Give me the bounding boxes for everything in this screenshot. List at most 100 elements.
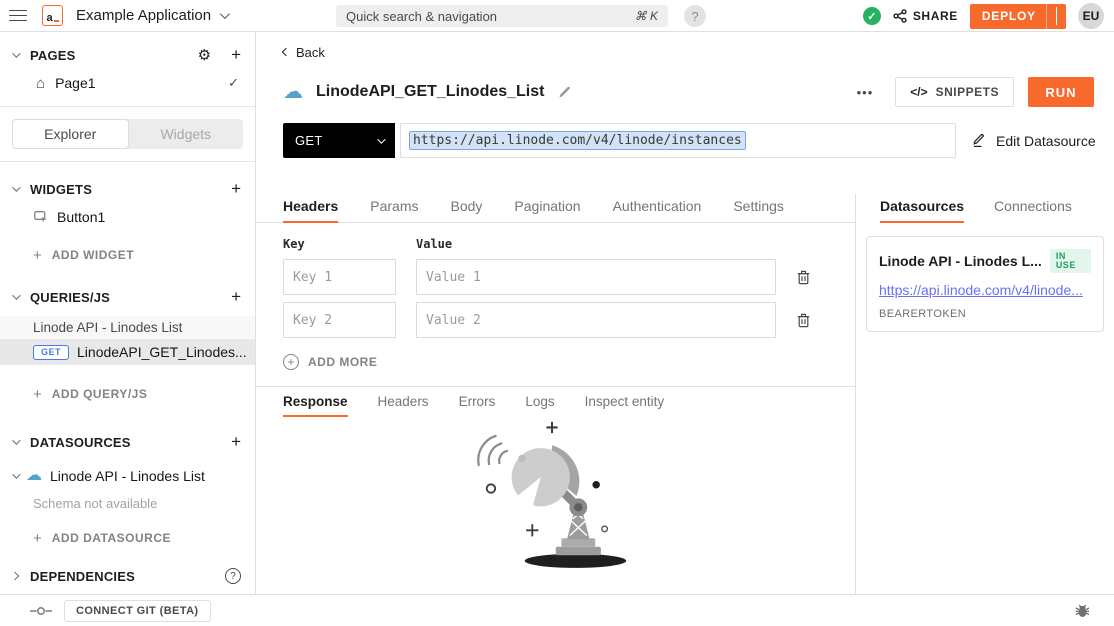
add-page-icon[interactable]: +: [231, 45, 241, 65]
user-avatar[interactable]: EU: [1078, 3, 1104, 29]
pages-settings-icon[interactable]: ⚙: [198, 46, 211, 64]
right-panel-tabs: Datasources Connections: [856, 194, 1114, 223]
add-datasource-button[interactable]: + ADD DATASOURCE: [0, 521, 255, 555]
cloud-icon: ☁: [26, 468, 42, 484]
sidebar-item-page1[interactable]: ⌂ Page1 ✓: [0, 68, 255, 98]
datasource-url-link[interactable]: https://api.linode.com/v4/linode...: [879, 282, 1091, 298]
snippets-label: SNIPPETS: [936, 85, 999, 99]
plus-icon: +: [33, 530, 42, 547]
pages-section-header[interactable]: PAGES ⚙ +: [0, 42, 255, 68]
quick-search-input[interactable]: Quick search & navigation ⌘ K: [336, 5, 668, 27]
add-query-button[interactable]: + ADD QUERY/JS: [0, 377, 255, 411]
query-header: ☁ LinodeAPI_GET_Linodes_List ••• </> SNI…: [256, 77, 1114, 107]
check-icon: ✓: [228, 75, 239, 91]
chevron-down-icon: [220, 9, 230, 19]
tab-authentication[interactable]: Authentication: [613, 194, 702, 223]
help-icon[interactable]: ?: [684, 5, 706, 27]
key-2-input[interactable]: [283, 302, 396, 338]
more-actions-button[interactable]: •••: [857, 85, 874, 100]
top-bar: a Example Application Quick search & nav…: [0, 0, 1114, 32]
add-query-icon[interactable]: +: [231, 287, 241, 307]
git-commit-icon: [30, 606, 52, 616]
add-datasource-icon[interactable]: +: [231, 432, 241, 452]
bug-icon: [1075, 604, 1090, 618]
tab-params[interactable]: Params: [370, 194, 418, 223]
tab-response-headers[interactable]: Headers: [378, 392, 429, 417]
search-placeholder: Quick search & navigation: [346, 9, 635, 24]
cloud-icon: ☁: [283, 82, 303, 102]
tab-errors[interactable]: Errors: [459, 392, 496, 417]
key-1-input[interactable]: [283, 259, 396, 295]
deploy-options-button[interactable]: [1047, 7, 1066, 25]
url-input[interactable]: https://api.linode.com/v4/linode/instanc…: [400, 123, 956, 158]
explorer-sidebar: PAGES ⚙ + ⌂ Page1 ✓ Explorer Widgets WID…: [0, 32, 256, 594]
sidebar-item-query-selected[interactable]: GET LinodeAPI_GET_Linodes...: [0, 339, 255, 365]
hamburger-menu-icon[interactable]: [9, 10, 27, 22]
chevron-down-icon: [12, 436, 20, 444]
pencil-icon: [558, 85, 572, 99]
widgets-section-header[interactable]: WIDGETS +: [0, 176, 255, 202]
debug-button[interactable]: [1075, 604, 1090, 618]
tab-logs[interactable]: Logs: [525, 392, 554, 417]
trash-icon: [797, 270, 810, 285]
plus-icon: +: [33, 386, 42, 403]
add-widget-label: ADD WIDGET: [52, 248, 134, 262]
divider: [0, 161, 255, 162]
explorer-widgets-switcher: Explorer Widgets: [12, 119, 243, 149]
query-group-linode-api[interactable]: Linode API - Linodes List: [0, 316, 255, 339]
tab-inspect-entity[interactable]: Inspect entity: [585, 392, 665, 417]
add-widget-button[interactable]: + ADD WIDGET: [0, 238, 255, 272]
rename-query-button[interactable]: [558, 85, 572, 99]
sidebar-item-button1[interactable]: Button1: [0, 202, 255, 232]
back-button[interactable]: Back: [283, 45, 325, 60]
chevron-left-icon: [282, 48, 290, 56]
trash-icon: [797, 313, 810, 328]
chevron-down-icon: [377, 135, 385, 143]
queries-section-header[interactable]: QUERIES/JS +: [0, 284, 255, 310]
plus-icon: +: [33, 247, 42, 264]
add-more-button[interactable]: + ADD MORE: [283, 354, 377, 370]
tab-explorer[interactable]: Explorer: [12, 119, 129, 149]
edit-pencil-icon: [972, 133, 987, 148]
dependencies-section-header[interactable]: DEPENDENCIES ?: [0, 563, 255, 589]
key-column-label: Key: [283, 237, 416, 251]
add-widget-icon[interactable]: +: [231, 179, 241, 199]
datasources-section-header[interactable]: DATASOURCES +: [0, 429, 255, 455]
headers-form: Key Value: [256, 223, 855, 370]
add-datasource-label: ADD DATASOURCE: [52, 531, 171, 545]
run-button[interactable]: RUN: [1028, 77, 1094, 107]
app-name-menu[interactable]: Example Application: [76, 7, 227, 24]
http-method-select[interactable]: GET: [283, 123, 395, 158]
delete-header-2-button[interactable]: [797, 313, 810, 328]
dependencies-help-icon[interactable]: ?: [225, 568, 241, 584]
snippets-button[interactable]: </> SNIPPETS: [895, 77, 1014, 107]
url-selected-text: https://api.linode.com/v4/linode/instanc…: [409, 131, 746, 150]
tab-connections[interactable]: Connections: [994, 194, 1072, 223]
tab-headers[interactable]: Headers: [283, 194, 338, 223]
edit-datasource-button[interactable]: Edit Datasource: [972, 133, 1096, 149]
tab-settings[interactable]: Settings: [733, 194, 784, 223]
datasource-card[interactable]: Linode API - Linodes L... IN USE https:/…: [866, 236, 1104, 332]
chevron-right-icon: [11, 572, 19, 580]
value-2-input[interactable]: [416, 302, 776, 338]
share-button[interactable]: SHARE: [893, 9, 958, 23]
code-icon: </>: [910, 85, 927, 99]
button-widget-icon: [34, 211, 47, 223]
tab-response[interactable]: Response: [283, 392, 348, 417]
delete-header-1-button[interactable]: [797, 270, 810, 285]
value-1-input[interactable]: [416, 259, 776, 295]
header-row-1: [283, 259, 855, 295]
tab-datasources[interactable]: Datasources: [880, 194, 964, 223]
get-method-badge: GET: [33, 345, 69, 360]
deploy-button[interactable]: DEPLOY: [970, 4, 1066, 29]
tab-widgets[interactable]: Widgets: [129, 119, 244, 149]
tab-pagination[interactable]: Pagination: [514, 194, 580, 223]
datasource-auth-type: BEARERTOKEN: [879, 308, 1091, 320]
page1-label: Page1: [55, 75, 95, 91]
tab-body[interactable]: Body: [451, 194, 483, 223]
button1-label: Button1: [57, 209, 105, 225]
query-title: LinodeAPI_GET_Linodes_List: [316, 83, 544, 101]
dependencies-title: DEPENDENCIES: [30, 569, 215, 584]
connect-git-button[interactable]: CONNECT GIT (BETA): [64, 600, 211, 622]
sidebar-item-datasource[interactable]: ☁ Linode API - Linodes List: [0, 461, 255, 491]
